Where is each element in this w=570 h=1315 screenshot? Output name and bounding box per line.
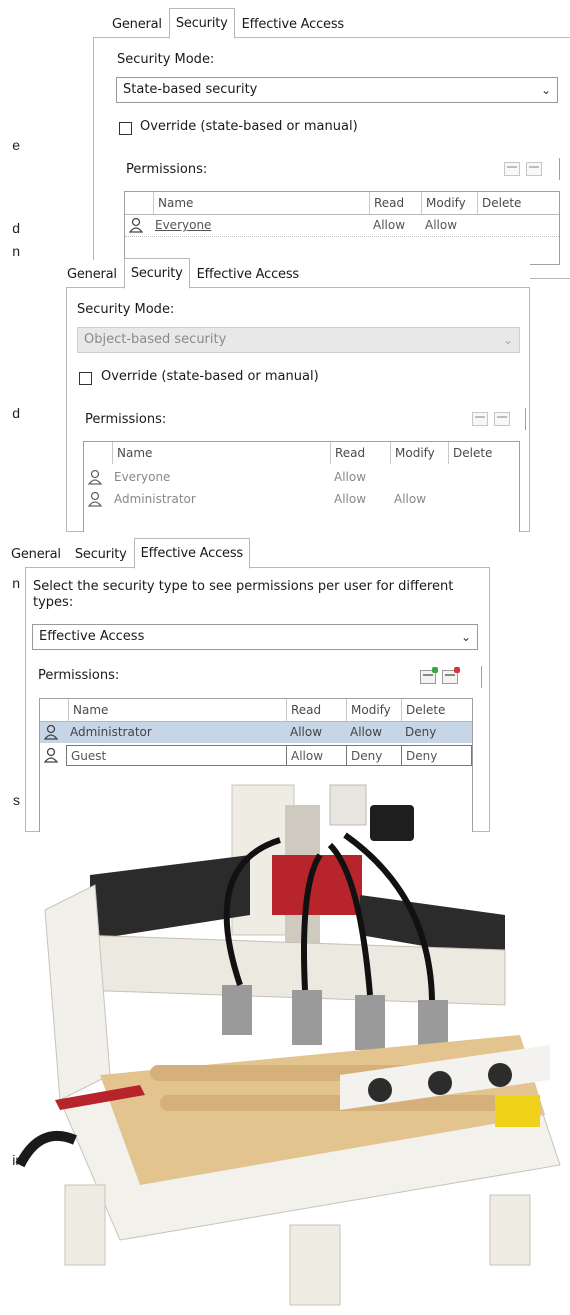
override-label: Override (state-based or manual)	[140, 119, 358, 134]
tab-effective-access[interactable]: Effective Access	[190, 260, 306, 288]
override-checkbox[interactable]	[79, 372, 92, 385]
tab-body: Security Mode: Object-based security ⌄ O…	[66, 287, 530, 532]
cell-modify: Allow	[350, 725, 383, 739]
user-icon	[44, 724, 58, 740]
user-icon	[129, 217, 143, 233]
permissions-table: Name Read Modify Delete Everyone Allow A…	[83, 441, 520, 532]
tab-general[interactable]: General	[60, 260, 124, 288]
column-header-delete[interactable]: Delete	[401, 699, 472, 721]
column-header-modify[interactable]: Modify	[390, 442, 448, 464]
tab-security[interactable]: Security	[123, 258, 190, 289]
column-header-delete[interactable]: Delete	[448, 442, 518, 464]
cell-delete: Deny	[405, 725, 437, 739]
chevron-down-icon: ⌄	[502, 333, 513, 347]
cell-read: Allow	[373, 218, 406, 232]
user-icon	[88, 491, 102, 507]
column-header-name[interactable]: Name	[112, 442, 330, 464]
permission-toolbar	[472, 412, 510, 426]
add-permission-icon[interactable]	[472, 412, 488, 426]
cell-modify: Allow	[394, 492, 427, 506]
toolbar-divider	[481, 666, 482, 688]
toolbar-divider	[559, 158, 560, 180]
override-label: Override (state-based or manual)	[101, 369, 319, 384]
column-header-name[interactable]: Name	[68, 699, 286, 721]
column-header-modify[interactable]: Modify	[421, 192, 477, 214]
chevron-down-icon: ⌄	[460, 630, 471, 644]
tab-strip: General Security Effective Access	[105, 8, 351, 39]
margin-fragment: n	[12, 575, 20, 591]
tab-strip: General Security Effective Access	[4, 538, 250, 569]
security-mode-dropdown[interactable]: Object-based security ⌄	[77, 327, 520, 353]
tab-effective-access[interactable]: Effective Access	[133, 538, 250, 569]
cell-delete	[448, 489, 518, 510]
cell-name: Administrator	[114, 492, 196, 506]
table-header: Name Read Modify Delete	[40, 699, 472, 722]
security-panel-state-based: General Security Effective Access Securi…	[93, 8, 570, 279]
security-mode-label: Security Mode:	[117, 52, 215, 67]
override-checkbox[interactable]	[119, 122, 132, 135]
column-header-delete[interactable]: Delete	[477, 192, 537, 214]
security-mode-value: Object-based security	[84, 332, 227, 347]
cell-read: Allow	[334, 492, 367, 506]
cell-read: Allow	[334, 470, 367, 484]
add-permission-icon[interactable]	[504, 162, 520, 176]
tab-strip: General Security Effective Access	[60, 258, 306, 289]
chevron-down-icon: ⌄	[540, 83, 551, 97]
margin-fragment: d	[12, 405, 20, 421]
user-icon	[88, 469, 102, 485]
permissions-label: Permissions:	[126, 162, 208, 177]
cnc-router-photo	[15, 784, 561, 1306]
instruction-text: Select the security type to see permissi…	[33, 579, 454, 610]
security-panel-object-based: General Security Effective Access Securi…	[60, 258, 530, 532]
table-header: Name Read Modify Delete	[125, 192, 559, 215]
cell-modify	[390, 467, 448, 488]
cell-name: Everyone	[155, 218, 212, 232]
security-mode-label: Security Mode:	[77, 302, 175, 317]
add-permission-icon[interactable]	[420, 667, 438, 684]
cell-modify: Allow	[425, 218, 458, 232]
security-mode-dropdown[interactable]: State-based security ⌄	[116, 77, 558, 103]
tab-body: Security Mode: State-based security ⌄ Ov…	[93, 37, 570, 279]
column-header-read[interactable]: Read	[286, 699, 346, 721]
margin-fragment: e	[12, 137, 20, 153]
tab-general[interactable]: General	[105, 10, 169, 38]
tab-general[interactable]: General	[4, 540, 68, 568]
column-header-read[interactable]: Read	[369, 192, 421, 214]
column-header-icon	[40, 699, 68, 721]
column-header-modify[interactable]: Modify	[346, 699, 401, 721]
cell-delete	[448, 467, 518, 488]
permission-toolbar	[420, 667, 460, 684]
column-header-name[interactable]: Name	[153, 192, 369, 214]
cell-name: Everyone	[114, 470, 171, 484]
remove-permission-icon[interactable]	[442, 667, 460, 684]
margin-fragment: n	[12, 243, 20, 259]
security-type-value: Effective Access	[39, 629, 145, 644]
column-header-read[interactable]: Read	[330, 442, 390, 464]
remove-permission-icon[interactable]	[526, 162, 542, 176]
column-header-icon	[125, 192, 153, 214]
cell-name: Administrator	[70, 725, 152, 739]
tab-security[interactable]: Security	[168, 8, 235, 39]
security-mode-value: State-based security	[123, 82, 258, 97]
remove-permission-icon[interactable]	[494, 412, 510, 426]
cell-delete	[477, 215, 537, 236]
permission-toolbar	[504, 162, 542, 176]
security-type-dropdown[interactable]: Effective Access ⌄	[32, 624, 478, 650]
tab-security[interactable]: Security	[68, 540, 134, 568]
toolbar-divider	[525, 408, 526, 430]
permissions-label: Permissions:	[85, 412, 167, 427]
cell-read: Allow	[290, 725, 323, 739]
permissions-label: Permissions:	[38, 668, 120, 683]
table-row[interactable]: Everyone Allow Allow	[125, 215, 559, 237]
table-row-selected[interactable]: Administrator Allow Allow Deny	[40, 722, 472, 743]
table-header: Name Read Modify Delete	[84, 442, 519, 464]
table-row[interactable]: Everyone Allow	[84, 467, 519, 488]
tab-effective-access[interactable]: Effective Access	[235, 10, 351, 38]
table-row[interactable]: Administrator Allow Allow	[84, 489, 519, 510]
column-header-icon	[84, 442, 112, 464]
margin-fragment: d	[12, 220, 20, 236]
permissions-table: Name Read Modify Delete Everyone Allow A…	[124, 191, 560, 265]
